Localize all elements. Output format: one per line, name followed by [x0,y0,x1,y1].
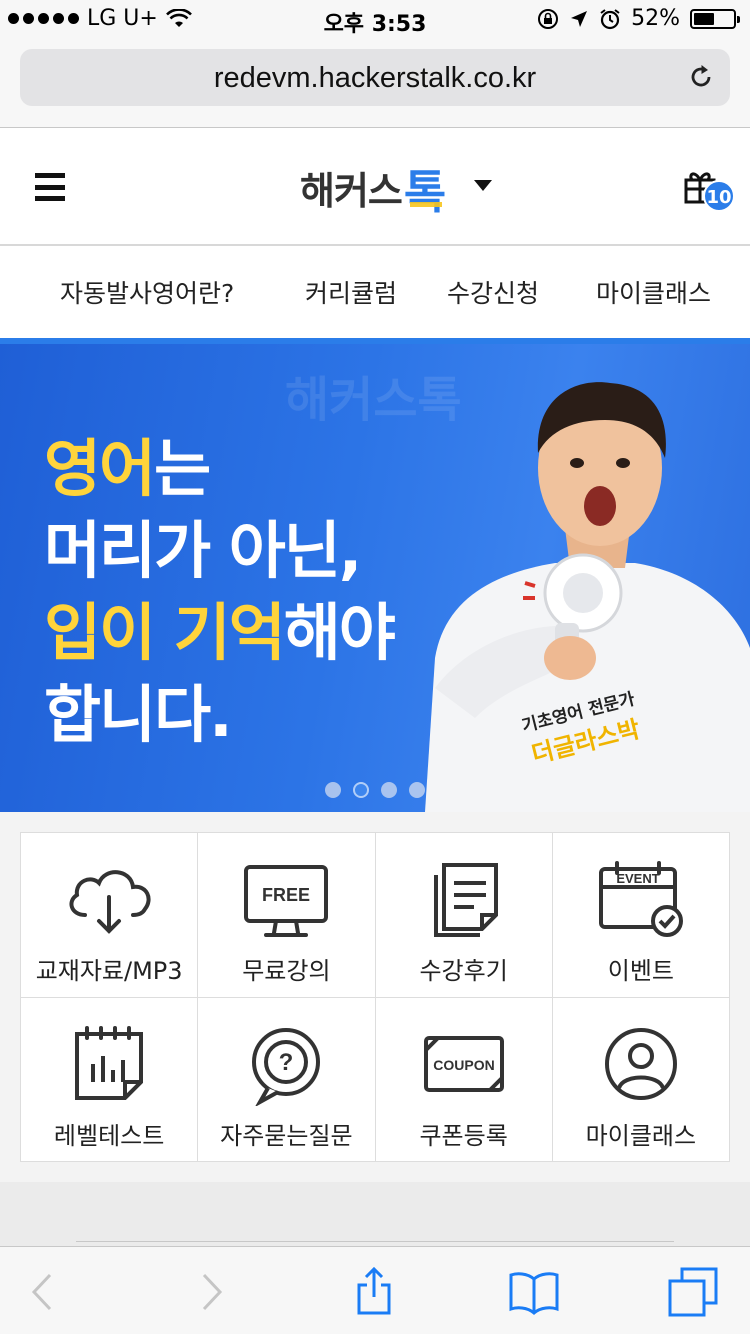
headline-line4: 합니다. [44,678,233,751]
pager-dot[interactable] [325,782,341,798]
forward-icon[interactable] [186,1267,236,1317]
back-icon[interactable] [18,1267,68,1317]
menu-item-coupon[interactable]: COUPON 쿠폰등록 [375,997,553,1162]
free-icon-text: FREE [262,885,310,905]
menu-item-materials[interactable]: 교재자료/MP3 [21,833,199,998]
menu-item-free-lecture[interactable]: FREE 무료강의 [198,833,376,998]
event-icon-text: EVENT [616,871,659,886]
main-nav: 자동발사영어란? 커리큘럼 수강신청 마이클래스 [0,246,750,338]
banner-headline: 영어는 머리가 아닌, 입이 기억해야 합니다. [44,428,396,756]
menu-icon[interactable] [35,173,65,201]
address-bar[interactable]: redevm.hackerstalk.co.kr [20,49,730,106]
banner-top-line [0,338,750,344]
site-logo[interactable]: 해커스 톡 [300,160,446,215]
site-header: 해커스 톡 10 [0,128,750,246]
faq-icon-text: ? [279,1049,294,1076]
rotation-lock-icon [538,8,559,29]
menu-label: 자주묻는질문 [220,1121,353,1150]
menu-label: 레벨테스트 [53,1121,165,1150]
tabs-icon[interactable] [668,1267,718,1317]
location-icon [571,10,588,27]
pager-dot[interactable] [353,782,369,798]
address-url[interactable]: redevm.hackerstalk.co.kr [20,62,730,95]
banner-pager[interactable] [325,782,425,798]
browser-toolbar [0,1246,750,1334]
pager-dot[interactable] [409,782,425,798]
menu-item-myclass[interactable]: 마이클래스 [552,997,730,1162]
nav-item-intro[interactable]: 자동발사영어란? [60,274,234,310]
nav-item-myclass[interactable]: 마이클래스 [596,274,711,310]
status-bar: LG U+ 오후 3:53 52% [0,0,750,40]
documents-icon [433,863,498,937]
share-icon[interactable] [349,1267,399,1317]
nav-item-curriculum[interactable]: 커리큘럼 [305,274,397,310]
headline-highlight-2: 입이 기억 [44,596,286,669]
logo-accent: 톡 [403,165,447,219]
quick-menu-grid: 교재자료/MP3 FREE 무료강의 수강후기 EVENT 이벤트 레벨테스트 … [20,832,730,1162]
status-icons: 52% [537,6,740,31]
headline-line2: 머리가 아닌, [44,514,362,587]
menu-label: 교재자료/MP3 [35,957,183,985]
level-test-icon [75,1025,144,1100]
menu-label: 마이클래스 [585,1121,697,1150]
coupon-icon-text: COUPON [433,1057,494,1073]
user-icon [604,1027,677,1100]
event-calendar-icon: EVENT [598,861,683,937]
menu-item-level-test[interactable]: 레벨테스트 [21,997,199,1162]
coupon-icon: COUPON [423,1035,504,1092]
nav-item-enroll[interactable]: 수강신청 [447,274,539,310]
headline-highlight-1: 영어 [44,432,156,505]
logo-dropdown-icon[interactable] [474,180,492,191]
headline-line1-rest: 는 [154,432,211,505]
menu-label: 수강후기 [419,957,508,985]
menu-item-faq[interactable]: ? 자주묻는질문 [198,997,376,1162]
headline-line3-rest: 해야 [283,596,396,669]
cloud-download-icon [69,870,151,934]
free-monitor-icon: FREE [244,865,329,937]
battery-icon [690,8,740,29]
pager-dot[interactable] [381,782,397,798]
menu-label: 쿠폰등록 [419,1121,508,1150]
quick-menu-area: 교재자료/MP3 FREE 무료강의 수강후기 EVENT 이벤트 레벨테스트 … [0,812,750,1182]
gift-count-badge: 10 [703,180,735,212]
footer-divider [76,1241,674,1242]
bookmarks-icon[interactable] [509,1267,559,1317]
reload-icon[interactable] [686,62,716,92]
faq-bubble-icon: ? [252,1027,321,1106]
logo-text: 해커스 [300,169,403,213]
page-footer-band [0,1182,750,1246]
menu-item-event[interactable]: EVENT 이벤트 [552,833,730,998]
menu-label: 이벤트 [607,957,674,985]
alarm-icon [600,8,620,29]
menu-item-reviews[interactable]: 수강후기 [375,833,553,998]
menu-label: 무료강의 [242,957,331,985]
battery-percent: 52% [631,6,680,31]
browser-address-area: redevm.hackerstalk.co.kr [0,40,750,128]
promo-banner[interactable]: 해커스톡 영어는 머리가 아닌, 입이 기억해야 합니다. 기초영어 전문가 더… [0,338,750,812]
